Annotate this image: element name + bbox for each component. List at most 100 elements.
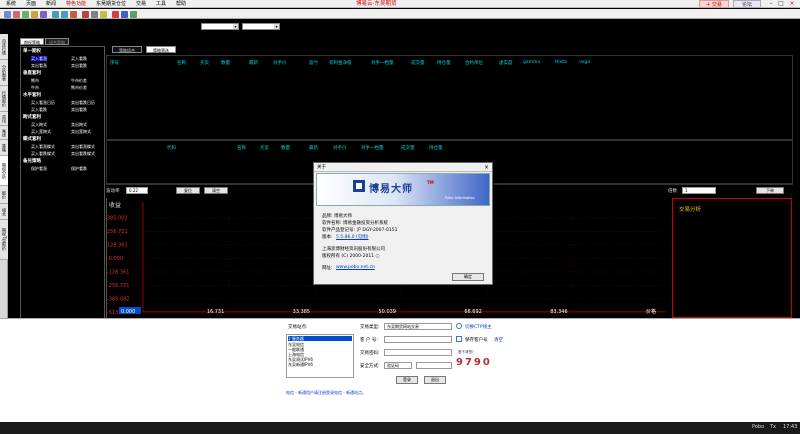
- trade-type-select[interactable]: 东吴期货网站交易: [384, 323, 452, 330]
- tab-combo-strategy[interactable]: 组合策略: [45, 38, 69, 45]
- vtab-combo[interactable]: 组合: [0, 204, 8, 220]
- draw-icon[interactable]: [82, 11, 89, 18]
- strategy-item[interactable]: 熊市: [31, 78, 39, 83]
- menu-features[interactable]: 特色功能: [66, 1, 86, 7]
- x-tick-label: 83.346: [550, 309, 567, 315]
- strategy-grid[interactable]: 序号 名称 买卖 数量 最新 对手价 盈亏 权利金净值 对手一档量 成交量 持仓…: [106, 55, 793, 140]
- strategy-item[interactable]: 买入看涨: [31, 56, 47, 61]
- settings-icon[interactable]: [91, 11, 98, 18]
- news-icon[interactable]: [31, 11, 38, 18]
- flag-icon[interactable]: [112, 11, 119, 18]
- login-button[interactable]: 登录: [396, 376, 418, 384]
- strategy-item[interactable]: 牛市价差: [71, 78, 87, 83]
- col-header: 对手价: [333, 146, 347, 151]
- product-banner: 博易大师 TM Pobo Information: [316, 173, 490, 206]
- menu-news[interactable]: 新闻: [46, 1, 56, 7]
- zoom-out-icon[interactable]: [61, 11, 68, 18]
- login-footer-text[interactable]: 电信 - 新通用户请注册登录电信 - 新通站点。: [286, 390, 366, 396]
- menu-page[interactable]: 页面: [26, 1, 36, 7]
- vtab-report[interactable]: 报价: [0, 186, 8, 204]
- strategy-item[interactable]: 买入看涨日历: [31, 100, 55, 105]
- account-field[interactable]: [384, 336, 452, 343]
- strategy-item[interactable]: 卖出看涨蝶式: [71, 144, 95, 149]
- vtab-strategy[interactable]: 策略: [0, 140, 8, 156]
- about-software: 软件名称: 博易金融投资分析系统: [322, 221, 388, 226]
- strategy-item[interactable]: 卖出看涨: [31, 63, 47, 68]
- menu-trade[interactable]: 交易: [136, 1, 146, 7]
- about-website-link[interactable]: www.pobo.net.cn: [336, 265, 375, 270]
- vtab-quotes[interactable]: 行情报价: [0, 86, 8, 112]
- home-icon[interactable]: [4, 11, 11, 18]
- strategy-item[interactable]: 买入宽跨式: [31, 129, 51, 134]
- captcha-image[interactable]: 9790: [456, 357, 492, 368]
- alert-icon[interactable]: [100, 11, 107, 18]
- strategy-item[interactable]: 卖出看跌: [71, 63, 87, 68]
- window-icon[interactable]: [121, 11, 128, 18]
- volatility-input[interactable]: 0.22: [126, 187, 148, 194]
- menu-help[interactable]: 帮助: [176, 1, 186, 7]
- site-list-item[interactable]: 东吴新通IPV6: [288, 362, 313, 367]
- strategy-item[interactable]: 买入看跌: [71, 56, 87, 61]
- minimize-icon[interactable]: –: [766, 0, 776, 8]
- strategy-item[interactable]: 熊市价差: [71, 85, 87, 90]
- menu-system[interactable]: 系统: [6, 1, 16, 7]
- security-select[interactable]: 验证码: [384, 362, 412, 369]
- strategy-item[interactable]: 卖出看跌日历: [71, 100, 95, 105]
- strategy-item[interactable]: 保护看跌: [71, 166, 87, 171]
- password-field[interactable]: [384, 349, 452, 356]
- menu-positions[interactable]: 东吴期货仓位: [96, 1, 126, 7]
- maximize-icon[interactable]: □: [776, 0, 786, 8]
- strategy-item[interactable]: 买入看涨蝶式: [31, 144, 55, 149]
- strategy-item[interactable]: 牛市: [31, 85, 39, 90]
- exit-button[interactable]: 退出: [424, 376, 446, 384]
- main-tabs: 策略组合 策略筛选: [112, 46, 312, 54]
- tab-strategy-combo[interactable]: 策略组合: [112, 46, 142, 53]
- vtab-option-analysis[interactable]: 期权分析: [0, 156, 8, 186]
- zoom-in-icon[interactable]: [52, 11, 59, 18]
- col-header: 数量: [281, 146, 290, 151]
- radio-icon[interactable]: [456, 323, 462, 329]
- vtab-chart[interactable]: 分析图表: [0, 60, 8, 86]
- close-icon[interactable]: ×: [787, 0, 797, 8]
- captcha-field[interactable]: [416, 362, 452, 369]
- menu-tools[interactable]: 工具: [156, 1, 166, 7]
- quote-icon[interactable]: [22, 11, 29, 18]
- site-list[interactable]: 1 服务器 东吴电信 一般联通 上海电信 东吴测试IPV6 东吴新通IPV6: [286, 334, 354, 378]
- strategy-item[interactable]: 保护看涨: [31, 166, 47, 171]
- col-header: 盈亏: [309, 61, 318, 66]
- next-button[interactable]: 下单: [756, 187, 784, 194]
- checkbox-icon[interactable]: [456, 336, 462, 342]
- vtab-draw[interactable]: 画线: [0, 126, 8, 140]
- strategy-item[interactable]: 买入看跌: [31, 107, 47, 112]
- strategy-item[interactable]: 卖出宽跨式: [71, 129, 91, 134]
- filter-combo-1[interactable]: ▾: [201, 23, 239, 30]
- chevron-down-icon: ▾: [233, 24, 238, 29]
- reset-button[interactable]: 复位: [176, 187, 200, 194]
- strategy-item[interactable]: 卖出看跌: [71, 107, 87, 112]
- strategy-item[interactable]: 买入跨式: [31, 122, 47, 127]
- tab-strategy-filter[interactable]: 策略筛选: [146, 46, 176, 53]
- filter-combo-2[interactable]: ▾: [242, 23, 280, 30]
- vtab-option-t[interactable]: 期权T型报价: [0, 220, 8, 260]
- clear-button[interactable]: 清空: [204, 187, 228, 194]
- strategy-item[interactable]: 买入看跌蝶式: [31, 151, 55, 156]
- vtab-watchlist[interactable]: 自选行情: [0, 34, 8, 60]
- layout-icon[interactable]: [40, 11, 47, 18]
- strategy-item[interactable]: 卖出看跌蝶式: [71, 151, 95, 156]
- refresh-icon[interactable]: [130, 11, 137, 18]
- vtab-news[interactable]: 资讯: [0, 112, 8, 126]
- trade-button[interactable]: + 交易: [699, 0, 729, 8]
- multiplier-input[interactable]: 1: [682, 187, 716, 194]
- site-list-item[interactable]: 1 服务器: [288, 336, 352, 341]
- ok-button[interactable]: 确定: [452, 273, 484, 281]
- chart-icon[interactable]: [13, 11, 20, 18]
- tab-option-strategy[interactable]: 期权策略: [20, 38, 44, 45]
- col-header: 对手一档量: [371, 61, 394, 66]
- close-icon[interactable]: ×: [484, 163, 489, 172]
- grid-icon[interactable]: [70, 11, 77, 18]
- y-tick-label: 128.361: [107, 243, 128, 249]
- captcha-hint[interactable]: 看不清楚?: [458, 350, 474, 355]
- forum-button[interactable]: 论坛: [733, 0, 761, 8]
- strategy-item[interactable]: 卖出跨式: [71, 122, 87, 127]
- clear-link[interactable]: 清空: [494, 337, 503, 343]
